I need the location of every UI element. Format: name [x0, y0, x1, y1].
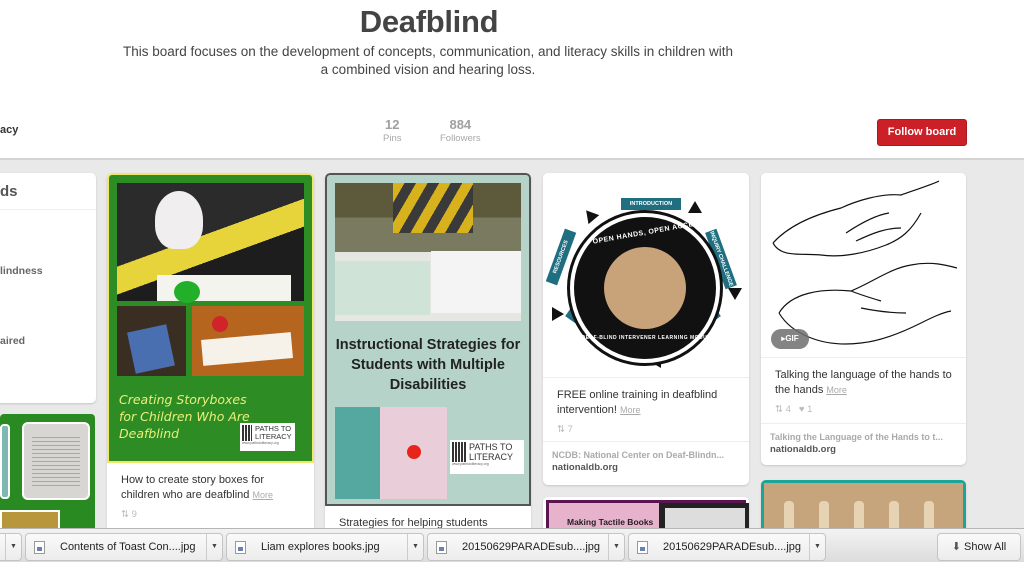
board-owner-link[interactable]: acy: [0, 124, 18, 136]
image-caption: Creating Storyboxes for Children Who Are…: [119, 392, 250, 441]
pin-card[interactable]: INTRODUCTION INQUIRY CHALLENGE LEARNING …: [543, 173, 749, 485]
download-filename: Liam explores books.jpg: [261, 541, 380, 553]
pin-body: How to create story boxes for children w…: [107, 463, 314, 520]
source-title: NCDB: National Center on Deaf-Blindn...: [552, 450, 725, 460]
photo-child-with-toy: [117, 183, 304, 303]
repin-icon: ⇅: [121, 509, 129, 520]
pin-stats: ⇅ 4 ♥ 1: [775, 404, 952, 415]
download-filename: 20150629PARADEsub....jpg: [663, 541, 801, 553]
hands-photo: [604, 247, 686, 329]
more-link[interactable]: More: [826, 385, 847, 395]
pin-card[interactable]: Creating Storyboxes for Children Who Are…: [107, 173, 314, 533]
download-item-partial[interactable]: ▼: [0, 533, 22, 561]
followers-count-value: 884: [449, 117, 472, 132]
paths-to-literacy-logo: PATHS TO LITERACY www.pathstoliteracy.or…: [240, 423, 295, 451]
pins-count-value: 12: [385, 117, 400, 132]
pins-count[interactable]: 12 Pins: [383, 117, 401, 144]
pin-stats: ⇅ 9: [121, 509, 300, 520]
like-count: 1: [807, 404, 813, 415]
image-file-icon: [34, 541, 45, 554]
open-hands-badge: OPEN HANDS, OPEN ACCESS DEAF-BLIND INTER…: [570, 213, 720, 363]
followers-count-label: Followers: [440, 133, 481, 144]
download-item[interactable]: 20150629PARADEsub....jpg ▼: [427, 533, 625, 561]
arrow-icon: [728, 288, 742, 300]
arrow-icon: [688, 201, 702, 213]
boards-panel: ds lindness aired: [0, 173, 96, 403]
pin-image[interactable]: Creating Storyboxes for Children Who Are…: [107, 173, 314, 463]
image-title: Instructional Strategies for Students wi…: [335, 337, 521, 393]
board-link[interactable]: lindness: [0, 265, 43, 277]
arrow-icon: [552, 307, 564, 321]
chevron-down-icon[interactable]: ▼: [608, 534, 624, 560]
gif-play-button[interactable]: ▸GIF: [771, 329, 809, 349]
pin-image[interactable]: INTRODUCTION INQUIRY CHALLENGE LEARNING …: [543, 173, 749, 377]
repin-count: 4: [785, 404, 791, 415]
pin-image[interactable]: Instructional Strategies for Students wi…: [325, 173, 531, 506]
badge-inner-text: DEAF-BLIND INTERVENER LEARNING MODULES: [581, 335, 719, 341]
pin-card[interactable]: ▸GIF Talking the language of the hands t…: [761, 173, 966, 465]
show-all-button[interactable]: ⬇ Show All: [937, 533, 1021, 561]
board-link[interactable]: aired: [0, 335, 25, 347]
pin-description: Talking the language of the hands to the…: [775, 369, 952, 396]
chevron-down-icon[interactable]: ▼: [809, 534, 825, 560]
image-title: Making Tactile Books: [567, 517, 654, 527]
repin-icon: ⇅: [557, 424, 565, 435]
pin-image[interactable]: ▸GIF: [761, 173, 966, 357]
pin-body: FREE online training in deafblind interv…: [543, 377, 749, 435]
board-description: This board focuses on the development of…: [122, 44, 734, 77]
pin-source[interactable]: Talking the Language of the Hands to t..…: [761, 423, 966, 463]
follow-board-button[interactable]: Follow board: [877, 119, 967, 146]
image-file-icon: [235, 541, 246, 554]
pin-thumbnail[interactable]: [0, 414, 95, 534]
photo-book-and-fruit: [192, 306, 304, 376]
thumbnail-photo: [0, 424, 10, 499]
repin-count: 9: [131, 509, 137, 520]
paths-to-literacy-logo: PATHS TO LITERACY www.pathstoliteracy.or…: [450, 440, 524, 474]
pin-stats: ⇅ 7: [557, 424, 735, 435]
pin-source[interactable]: NCDB: National Center on Deaf-Blindn... …: [543, 441, 749, 481]
heart-icon: ♥: [798, 404, 805, 415]
badge-outer-text: OPEN HANDS, OPEN ACCESS: [592, 219, 705, 246]
download-item[interactable]: 20150629PARADEsub....jpg ▼: [628, 533, 826, 561]
source-domain: nationaldb.org: [770, 444, 836, 455]
board-header: Deafblind This board focuses on the deve…: [0, 0, 1024, 160]
pin-description: How to create story boxes for children w…: [121, 474, 273, 501]
pins-count-label: Pins: [383, 133, 402, 144]
pin-body: Talking the language of the hands to the…: [761, 357, 966, 415]
download-item[interactable]: Contents of Toast Con....jpg ▼: [25, 533, 223, 561]
download-arrow-icon: ⬇: [951, 541, 961, 553]
image-file-icon: [637, 541, 648, 554]
photo-child-with-device: [335, 407, 447, 499]
chevron-down-icon[interactable]: ▼: [407, 534, 423, 560]
source-title: Talking the Language of the Hands to t..…: [770, 432, 943, 442]
repin-icon: ⇅: [775, 404, 783, 415]
thumbnail-photo: [22, 422, 90, 500]
divider: [0, 209, 96, 210]
download-filename: 20150629PARADEsub....jpg: [462, 541, 600, 553]
photo-storybox: [117, 306, 186, 376]
chevron-down-icon[interactable]: ▼: [5, 534, 21, 560]
download-filename: Contents of Toast Con....jpg: [60, 541, 196, 553]
board-title: Deafblind: [359, 4, 499, 39]
image-file-icon: [436, 541, 447, 554]
boards-panel-heading: ds: [0, 183, 18, 200]
downloads-bar: ▼ Contents of Toast Con....jpg ▼ Liam ex…: [0, 528, 1024, 562]
chevron-down-icon[interactable]: ▼: [206, 534, 222, 560]
source-domain: nationaldb.org: [552, 462, 618, 473]
download-item[interactable]: Liam explores books.jpg ▼: [226, 533, 424, 561]
pin-description: FREE online training in deafblind interv…: [557, 389, 718, 416]
followers-count[interactable]: 884 Followers: [440, 117, 481, 144]
photo-hands-on-binder: [335, 183, 521, 321]
ribbon-label: INTRODUCTION: [621, 198, 681, 210]
repin-count: 7: [567, 424, 573, 435]
more-link[interactable]: More: [620, 405, 641, 415]
pin-card[interactable]: Instructional Strategies for Students wi…: [325, 173, 531, 533]
more-link[interactable]: More: [252, 490, 273, 500]
arrow-icon: [580, 205, 600, 225]
